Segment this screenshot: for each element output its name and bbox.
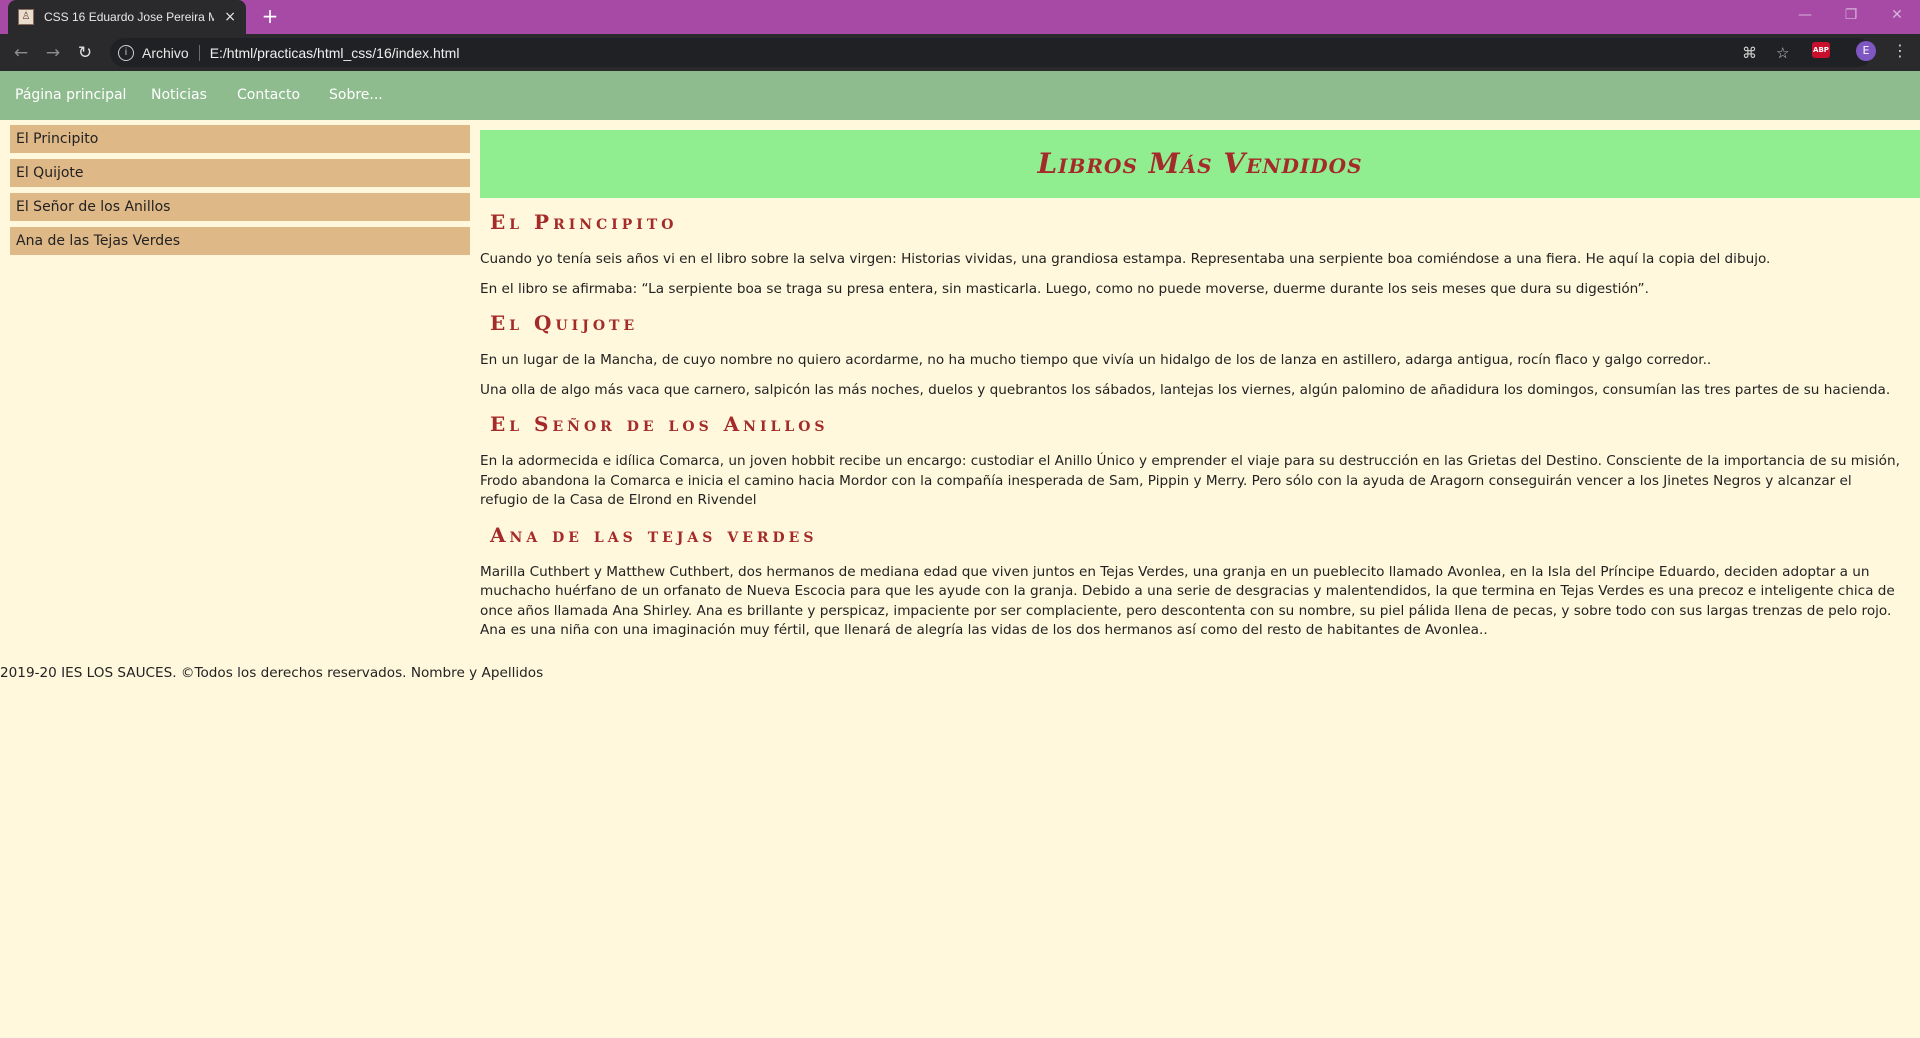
book-paragraph: Marilla Cuthbert y Matthew Cuthbert, dos… (480, 563, 1895, 639)
page-footer: 2019-20 IES LOS SAUCES. ©Todos los derec… (0, 665, 544, 681)
translate-icon[interactable]: ⌘ (1742, 44, 1757, 62)
sidebar-item-senor-anillos[interactable]: El Señor de los Anillos (10, 193, 470, 221)
book-paragraph: En la adormecida e idílica Comarca, un j… (480, 453, 1900, 508)
page-title: Libros Más Vendidos (480, 130, 1920, 198)
address-bar[interactable]: i Archivo E:/html/practicas/html_css/16/… (110, 38, 1872, 67)
nav-link-news[interactable]: Noticias (151, 87, 207, 103)
sidebar-item-ana-tejas-verdes[interactable]: Ana de las Tejas Verdes (10, 227, 470, 255)
sidebar-item-quijote[interactable]: El Quijote (10, 159, 470, 187)
minimize-window-icon[interactable]: — (1782, 0, 1828, 30)
restore-window-icon[interactable]: ❐ (1828, 0, 1874, 30)
nav-link-about[interactable]: Sobre... (329, 87, 383, 103)
book-heading: El Quijote (490, 311, 639, 335)
back-arrow-icon[interactable]: ← (8, 40, 34, 66)
sidebar-item-principito[interactable]: El Principito (10, 125, 470, 153)
book-heading: El Principito (490, 210, 678, 234)
address-url[interactable]: E:/html/practicas/html_css/16/index.html (210, 45, 460, 61)
browser-tab[interactable]: ♙ CSS 16 Eduardo Jose Pereira Mac × (8, 0, 246, 34)
book-section: Ana de las tejas verdes Marilla Cuthbert… (480, 523, 1920, 641)
book-heading: El Señor de los Anillos (490, 412, 829, 436)
book-paragraph: En un lugar de la Mancha, de cuyo nombre… (480, 352, 1712, 368)
address-divider (198, 44, 200, 61)
address-scheme-label: Archivo (142, 44, 189, 61)
top-navigation: Página principal Noticias Contacto Sobre… (0, 71, 1920, 120)
adblock-extension-icon[interactable]: ABP (1812, 42, 1830, 58)
close-tab-icon[interactable]: × (224, 9, 236, 25)
sidebar: El Principito El Quijote El Señor de los… (10, 125, 470, 261)
close-window-icon[interactable]: ✕ (1874, 0, 1920, 30)
reload-icon[interactable]: ↻ (72, 40, 98, 66)
book-section: El Quijote En un lugar de la Mancha, de … (480, 311, 1920, 400)
browser-toolbar: ← → ↻ i Archivo E:/html/practicas/html_c… (0, 34, 1920, 71)
page-favicon-icon: ♙ (18, 9, 34, 25)
bookmark-star-icon[interactable]: ☆ (1776, 44, 1789, 62)
info-icon[interactable]: i (118, 44, 134, 61)
nav-link-home[interactable]: Página principal (15, 87, 126, 103)
book-section: El Señor de los Anillos En la adormecida… (480, 412, 1920, 511)
new-tab-button[interactable]: + (258, 4, 282, 28)
web-page: Página principal Noticias Contacto Sobre… (0, 71, 1920, 1038)
book-paragraph: Una olla de algo más vaca que carnero, s… (480, 381, 1891, 398)
profile-avatar[interactable]: E (1856, 41, 1876, 61)
main-content: Libros Más Vendidos El Principito Cuando… (480, 130, 1920, 651)
forward-arrow-icon[interactable]: → (40, 40, 66, 66)
book-section: El Principito Cuando yo tenía seis años … (480, 210, 1920, 299)
book-paragraph: Cuando yo tenía seis años vi en el libro… (480, 251, 1771, 267)
nav-link-contact[interactable]: Contacto (237, 87, 300, 103)
tab-title: CSS 16 Eduardo Jose Pereira Mac (44, 10, 214, 24)
kebab-menu-icon[interactable]: ⋮ (1892, 41, 1908, 60)
book-paragraph: En el libro se afirmaba: “La serpiente b… (480, 280, 1649, 297)
browser-titlebar: ♙ CSS 16 Eduardo Jose Pereira Mac × + — … (0, 0, 1920, 34)
book-heading: Ana de las tejas verdes (490, 522, 818, 547)
